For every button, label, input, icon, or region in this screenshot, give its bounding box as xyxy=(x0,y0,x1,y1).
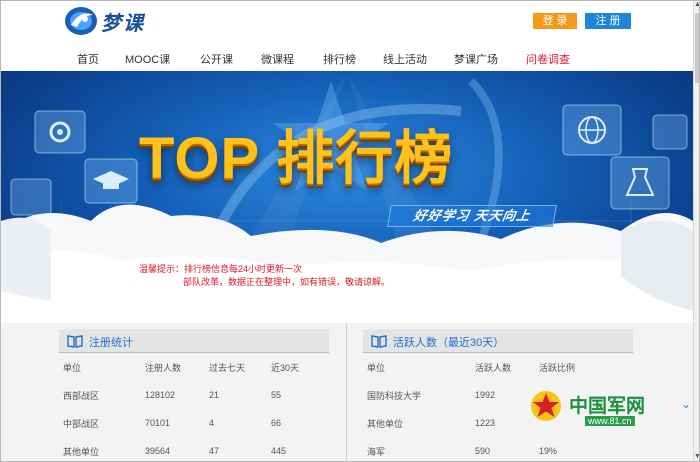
registration-table: 单位 注册人数 过去七天 近30天 西部战区 128102 21 55 中部战区… xyxy=(59,353,329,461)
notice-line-1: 温馨提示：排行榜信息每24小时更新一次 xyxy=(139,264,303,274)
table-cell: 国防科技大学 xyxy=(367,390,422,401)
table-cell: 66 xyxy=(271,418,282,428)
ranking-banner: TOP 排行榜 好好学习 天天向上 温馨提示：排行榜信息每24小时更新一次 部队… xyxy=(1,71,693,323)
nav-item-open-course[interactable]: 公开课 xyxy=(200,51,233,67)
scroll-up-arrow-icon[interactable]: ▲ xyxy=(694,1,699,11)
table-row: 西部战区 128102 21 55 xyxy=(59,381,329,409)
nav-item-survey[interactable]: 问卷调查 xyxy=(526,51,570,67)
scroll-down-arrow-icon[interactable]: ▼ xyxy=(694,453,699,461)
table-cell: 128102 xyxy=(145,390,176,400)
nav-item-ranking[interactable]: 排行榜 xyxy=(323,51,356,67)
table-cell: 47 xyxy=(209,446,220,456)
table-cell: 西部战区 xyxy=(63,390,100,401)
table-cell: 55 xyxy=(271,390,282,400)
watermark-text: 中国军网 xyxy=(569,395,646,417)
scroll-thumb[interactable] xyxy=(695,13,699,83)
registration-panel-title: 注册统计 xyxy=(89,337,133,349)
vertical-scrollbar[interactable]: ▲ ▼ xyxy=(693,1,699,461)
table-cell: 590 xyxy=(475,446,491,456)
table-row: 海军 590 19% xyxy=(363,437,633,461)
table-cell: 中部战区 xyxy=(63,418,100,429)
table-cell: 1223 xyxy=(475,418,496,428)
table-row: 中部战区 70101 4 66 xyxy=(59,409,329,437)
table-row: 其他单位 39564 47 445 xyxy=(59,437,329,461)
registration-panel-header: 注册统计 xyxy=(59,329,329,353)
column-header: 注册人数 xyxy=(145,362,182,373)
active-users-panel-title: 活跃人数（最近30天） xyxy=(393,337,505,349)
page-frame: 梦课 登 录 注 册 首页 MOOC课 公开课 微课程 排行榜 线上活动 梦课广… xyxy=(0,0,700,462)
banner-slogan: 好好学习 天天向上 xyxy=(387,205,557,227)
table-cell: 1992 xyxy=(475,390,496,400)
book-icon xyxy=(371,335,387,348)
register-button[interactable]: 注 册 xyxy=(585,13,631,29)
nav-item-mooc[interactable]: MOOC课 xyxy=(125,51,170,67)
table-cell: 其他单位 xyxy=(63,446,100,457)
column-header: 单位 xyxy=(367,362,386,373)
column-header: 近30天 xyxy=(271,362,300,373)
column-header: 单位 xyxy=(63,362,82,373)
table-header-row: 单位 注册人数 过去七天 近30天 xyxy=(59,353,329,381)
table-cell: 70101 xyxy=(145,418,171,428)
table-cell: 21 xyxy=(209,390,220,400)
column-header: 活跃比例 xyxy=(539,362,576,373)
table-cell: 海军 xyxy=(367,446,386,457)
brand-name[interactable]: 梦课 xyxy=(101,7,145,36)
nav-item-micro-course[interactable]: 微课程 xyxy=(261,51,294,67)
column-header: 活跃人数 xyxy=(475,362,512,373)
site-header: 梦课 登 录 注 册 首页 MOOC课 公开课 微课程 排行榜 线上活动 梦课广… xyxy=(1,1,693,71)
banner-title: TOP 排行榜 xyxy=(139,126,454,191)
book-icon xyxy=(67,335,83,348)
table-cell: 4 xyxy=(209,418,215,428)
chevron-down-icon[interactable]: ⌄ xyxy=(681,397,691,411)
update-notice: 温馨提示：排行榜信息每24小时更新一次 部队改革，数据正在整理中，如有错误，敬请… xyxy=(139,263,390,289)
table-header-row: 单位 活跃人数 活跃比例 xyxy=(363,353,633,381)
main-nav: 首页 MOOC课 公开课 微课程 排行榜 线上活动 梦课广场 问卷调查 xyxy=(1,47,693,69)
nav-item-square[interactable]: 梦课广场 xyxy=(454,51,498,67)
table-cell: 其他单位 xyxy=(367,418,404,429)
notice-line-2: 部队改革，数据正在整理中，如有错误，敬请谅解。 xyxy=(183,277,391,287)
panel-divider xyxy=(346,323,347,461)
table-cell: 19% xyxy=(539,446,558,456)
active-users-panel-header: 活跃人数（最近30天） xyxy=(363,329,633,353)
table-cell: 445 xyxy=(271,446,287,456)
column-header: 过去七天 xyxy=(209,362,246,373)
table-cell: 39564 xyxy=(145,446,171,456)
login-button[interactable]: 登 录 xyxy=(533,13,577,29)
watermark-url: www.81.cn xyxy=(585,416,635,426)
nav-item-online-activity[interactable]: 线上活动 xyxy=(383,51,427,67)
registration-panel: 注册统计 单位 注册人数 过去七天 近30天 西部战区 128102 21 55… xyxy=(59,329,329,461)
nav-item-home[interactable]: 首页 xyxy=(77,51,99,67)
army-star-icon xyxy=(531,391,561,421)
